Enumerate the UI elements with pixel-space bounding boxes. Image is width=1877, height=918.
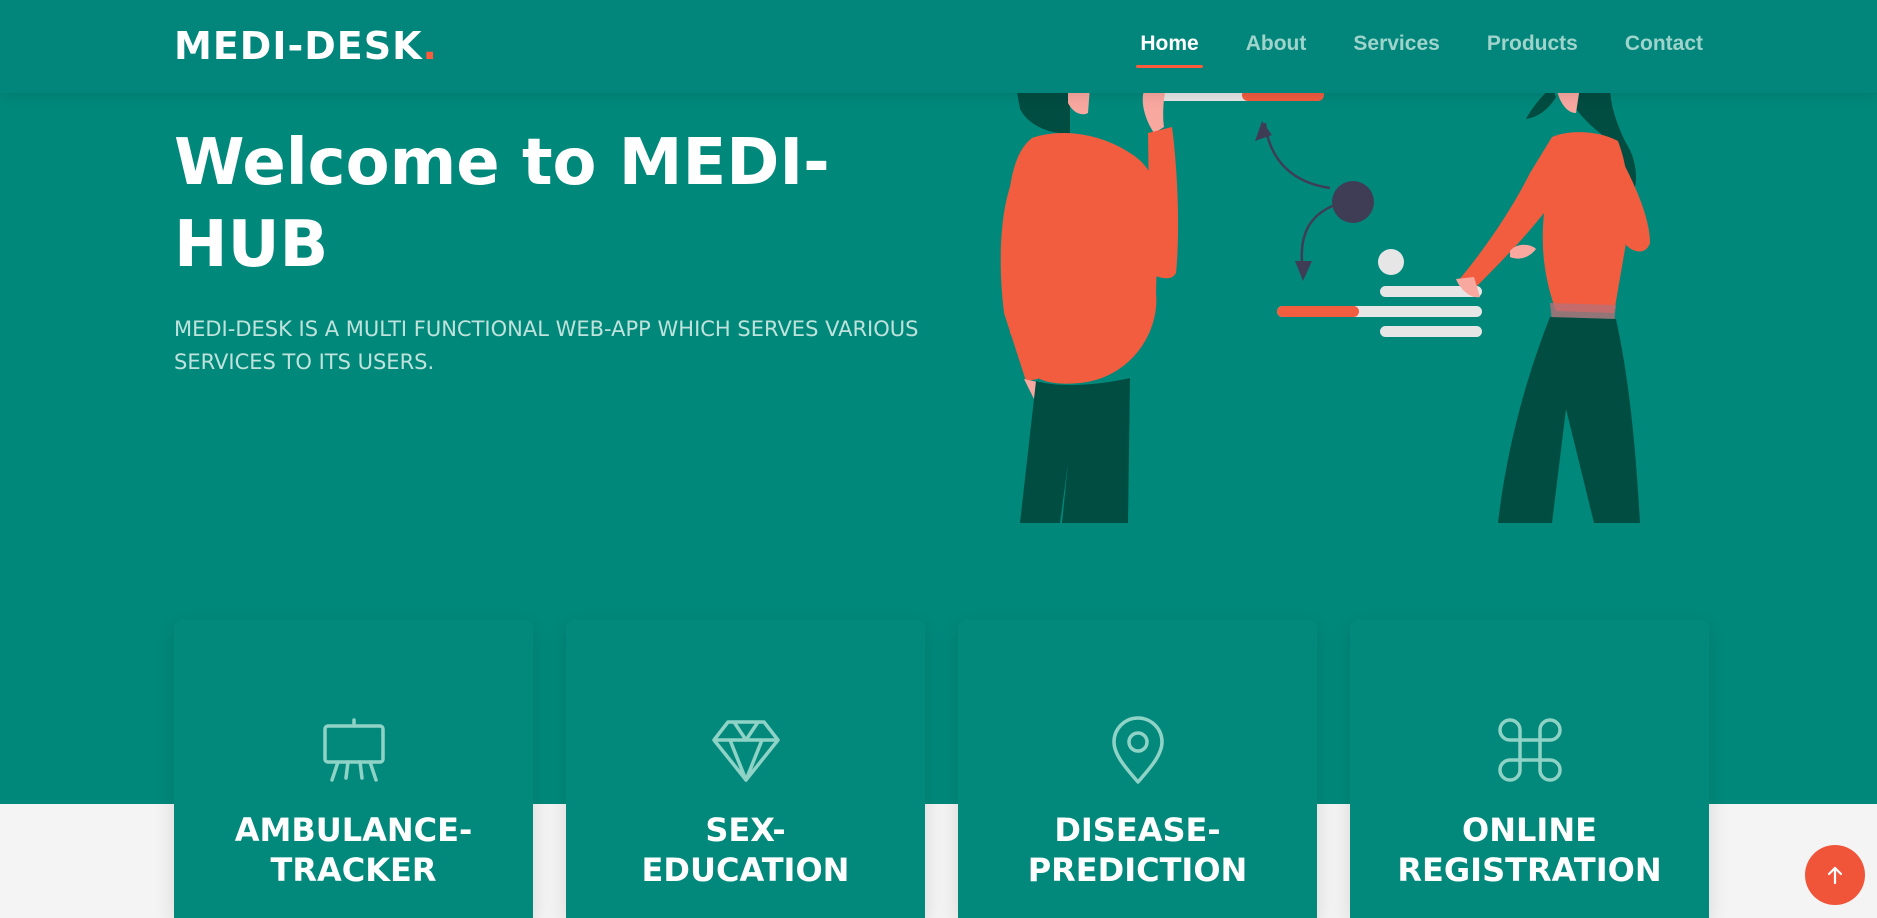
- logo-text: MEDI-DESK: [174, 24, 423, 68]
- nav-home[interactable]: Home: [1136, 32, 1204, 68]
- card-title: SEX- EDUCATION: [641, 811, 850, 889]
- service-card-ambulance-tracker[interactable]: AMBULANCE- TRACKER: [174, 620, 533, 918]
- hero-illustration: [1000, 93, 1650, 523]
- scroll-to-top-button[interactable]: [1805, 845, 1865, 905]
- diamond-icon: [712, 720, 780, 782]
- service-card-online-registration[interactable]: ONLINE REGISTRATION: [1350, 620, 1709, 918]
- nav-contact[interactable]: Contact: [1625, 32, 1703, 66]
- command-icon: [1498, 718, 1562, 782]
- nav-services[interactable]: Services: [1353, 32, 1439, 66]
- site-logo[interactable]: MEDI-DESK.: [174, 24, 438, 68]
- service-card-sex-education[interactable]: SEX- EDUCATION: [566, 620, 925, 918]
- logo-dot: .: [422, 24, 438, 68]
- card-title: ONLINE REGISTRATION: [1397, 811, 1662, 889]
- hero-subtitle: MEDI-DESK IS A MULTI FUNCTIONAL WEB-APP …: [174, 317, 919, 374]
- hero-title: Welcome to MEDI-HUB: [174, 126, 830, 282]
- nav-about[interactable]: About: [1246, 32, 1307, 66]
- arrow-up-icon: [1827, 866, 1843, 885]
- card-title: DISEASE- PREDICTION: [1027, 811, 1248, 889]
- map-pin-icon: [1112, 716, 1164, 784]
- main-nav: Home About Services Products Contact: [1093, 32, 1703, 68]
- service-card-disease-prediction[interactable]: DISEASE- PREDICTION: [958, 620, 1317, 918]
- site-header: MEDI-DESK. Home About Services Products …: [0, 0, 1877, 93]
- card-title: AMBULANCE- TRACKER: [234, 811, 473, 889]
- nav-products[interactable]: Products: [1487, 32, 1578, 66]
- easel-icon: [323, 718, 385, 782]
